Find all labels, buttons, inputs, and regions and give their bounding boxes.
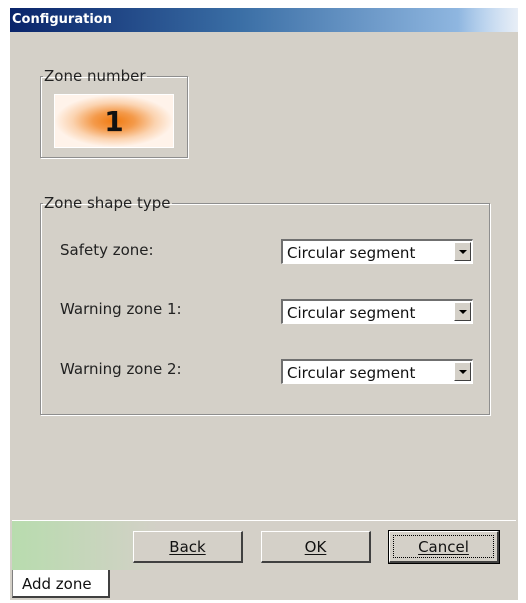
window-title: Configuration bbox=[12, 12, 112, 27]
safety-zone-select[interactable]: Circular segment bbox=[281, 239, 473, 264]
warning-zone-1-select-value: Circular segment bbox=[287, 304, 416, 322]
warning-zone-2-label: Warning zone 2: bbox=[60, 360, 182, 378]
tab-strip: Add zone bbox=[10, 570, 518, 600]
title-bar-fade bbox=[458, 8, 518, 32]
focus-rectangle bbox=[393, 535, 494, 558]
warning-zone-2-select[interactable]: Circular segment bbox=[281, 359, 473, 384]
cancel-button[interactable]: Cancel bbox=[388, 530, 500, 564]
chevron-down-icon[interactable] bbox=[454, 362, 471, 381]
chevron-down-icon[interactable] bbox=[454, 242, 471, 261]
zone-shape-type-legend: Zone shape type bbox=[44, 194, 171, 212]
zone-number-group: Zone number 1 bbox=[40, 68, 188, 158]
configuration-dialog: Configuration Zone number 1 Zone shape t… bbox=[10, 8, 518, 600]
safety-zone-label: Safety zone: bbox=[60, 241, 154, 259]
title-bar: Configuration bbox=[10, 8, 518, 32]
zone-number-value: 1 bbox=[104, 104, 124, 138]
button-bar: Back OK Cancel bbox=[12, 520, 516, 571]
back-button[interactable]: Back bbox=[133, 531, 243, 563]
warning-zone-1-select[interactable]: Circular segment bbox=[281, 299, 473, 324]
warning-zone-1-label: Warning zone 1: bbox=[60, 300, 182, 318]
zone-number-display: 1 bbox=[54, 94, 174, 148]
chevron-down-icon[interactable] bbox=[454, 302, 471, 321]
back-button-label: Back bbox=[169, 537, 206, 556]
ok-button[interactable]: OK bbox=[261, 531, 371, 563]
safety-zone-select-value: Circular segment bbox=[287, 244, 416, 262]
ok-button-label: OK bbox=[304, 537, 327, 556]
zone-number-legend: Zone number bbox=[44, 67, 146, 85]
tab-add-zone[interactable]: Add zone bbox=[12, 570, 110, 598]
warning-zone-2-select-value: Circular segment bbox=[287, 364, 416, 382]
